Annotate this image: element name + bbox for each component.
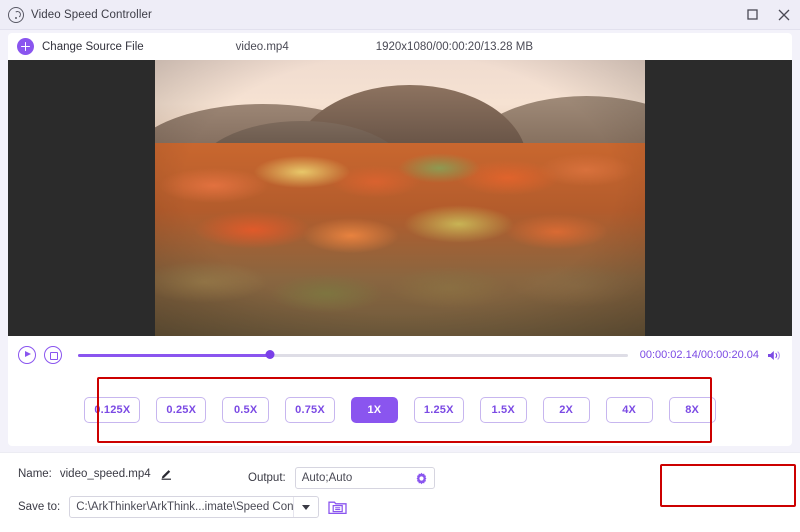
progress-thumb[interactable] (266, 350, 275, 359)
speed-option-0.75x[interactable]: 0.75X (285, 397, 335, 423)
output-format-group: Output: Auto;Auto (248, 467, 435, 489)
change-source-file-button[interactable]: Change Source File (42, 41, 144, 53)
speed-option-0.5x[interactable]: 0.5X (222, 397, 269, 423)
play-icon[interactable] (18, 346, 36, 364)
save-location-row: Save to: C:\ArkThinker\ArkThink...imate\… (18, 496, 347, 518)
source-file-meta: 1920x1080/00:00:20/13.28 MB (376, 41, 533, 53)
name-label: Name: (18, 468, 52, 480)
save-path-value: C:\ArkThinker\ArkThink...imate\Speed Con… (70, 501, 293, 513)
speaker-icon[interactable] (767, 349, 782, 362)
source-file-name: video.mp4 (236, 41, 289, 53)
pencil-icon[interactable] (160, 467, 173, 480)
speed-option-1.5x[interactable]: 1.5X (480, 397, 527, 423)
progress-slider[interactable] (78, 348, 628, 362)
saveto-label: Save to: (18, 501, 60, 513)
output-name-value: video_speed.mp4 (60, 468, 151, 480)
chevron-down-icon[interactable] (293, 497, 318, 517)
save-path-field[interactable]: C:\ArkThinker\ArkThink...imate\Speed Con… (69, 496, 319, 518)
title-bar: Video Speed Controller (0, 0, 800, 30)
speed-gauge-icon (8, 7, 24, 23)
video-speed-controller-window: Video Speed Controller Change Source Fil… (0, 0, 800, 532)
stop-icon[interactable] (44, 346, 62, 364)
output-format-field[interactable]: Auto;Auto (295, 467, 435, 489)
speed-options-list: 0.125X 0.25X 0.5X 0.75X 1X 1.25X 1.5X 2X 4X 8X (84, 397, 715, 423)
speed-option-0.25x[interactable]: 0.25X (156, 397, 206, 423)
name-row: Name: video_speed.mp4 (18, 467, 173, 480)
video-preview-area[interactable] (8, 60, 792, 336)
speed-option-1x[interactable]: 1X (351, 397, 398, 423)
video-frame (155, 60, 645, 336)
source-file-bar: Change Source File video.mp4 1920x1080/0… (8, 33, 792, 60)
close-icon[interactable] (768, 0, 800, 30)
speed-option-2x[interactable]: 2X (543, 397, 590, 423)
folder-icon[interactable] (328, 499, 347, 515)
video-vignette (155, 60, 645, 336)
speed-option-4x[interactable]: 4X (606, 397, 653, 423)
window-title: Video Speed Controller (31, 9, 152, 21)
gear-icon[interactable] (415, 472, 428, 485)
output-format-value: Auto;Auto (302, 472, 353, 484)
plus-circle-icon[interactable] (17, 38, 34, 55)
speed-option-1.25x[interactable]: 1.25X (414, 397, 464, 423)
window-controls (736, 0, 800, 30)
timecode-display: 00:00:02.14/00:00:20.04 (640, 349, 759, 361)
maximize-icon[interactable] (736, 0, 768, 30)
speed-option-8x[interactable]: 8X (669, 397, 716, 423)
playback-control-bar: 00:00:02.14/00:00:20.04 (8, 336, 792, 374)
progress-fill (78, 354, 270, 357)
speed-option-0.125x[interactable]: 0.125X (84, 397, 140, 423)
speed-selector-bar: 0.125X 0.25X 0.5X 0.75X 1X 1.25X 1.5X 2X 4X 8X (8, 374, 792, 446)
output-label: Output: (248, 472, 286, 484)
output-settings-panel: Name: video_speed.mp4 Output: Auto;Auto (0, 452, 800, 532)
